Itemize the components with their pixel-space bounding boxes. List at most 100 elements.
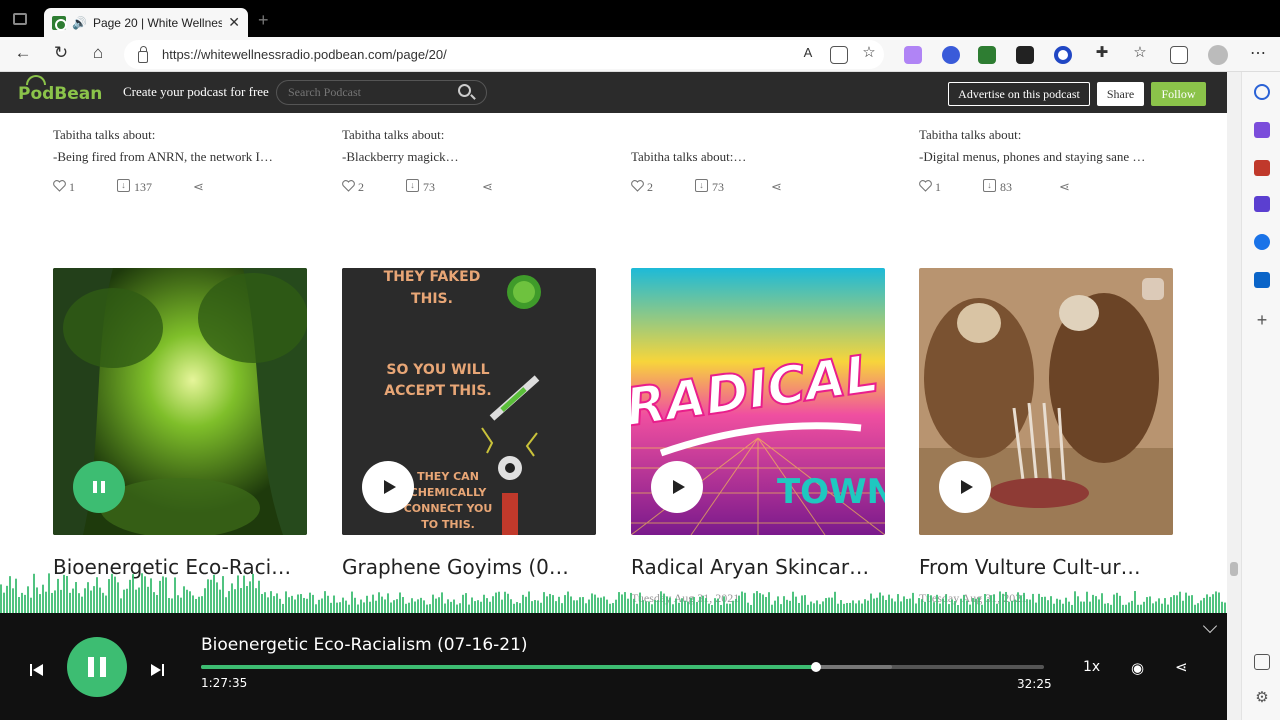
copilot-icon[interactable]	[1254, 122, 1270, 138]
waveform-bar	[756, 591, 758, 613]
shopping-icon[interactable]	[1254, 160, 1270, 176]
download-icon[interactable]: ↓	[117, 179, 130, 192]
follow-button[interactable]: Follow	[1151, 82, 1206, 106]
search-icon[interactable]	[1254, 84, 1270, 100]
office-icon[interactable]	[1254, 234, 1270, 250]
art-text: SO YOU WILL	[386, 362, 489, 378]
waveform-bar	[555, 601, 557, 613]
profile-avatar[interactable]	[1208, 45, 1228, 65]
waveform-bar	[42, 584, 44, 613]
games-icon[interactable]	[1254, 196, 1270, 212]
hide-sidebar-icon[interactable]	[1254, 654, 1270, 670]
home-icon[interactable]: ⌂	[86, 43, 110, 63]
waveform-bar	[57, 578, 59, 613]
waveform-bar	[987, 598, 989, 613]
episode-artwork[interactable]: RADICAL TOWN	[631, 268, 885, 535]
waveform-bar	[834, 591, 836, 613]
close-tab-icon[interactable]: ✕	[228, 14, 240, 31]
heart-icon[interactable]	[631, 180, 644, 192]
waveform-bar	[1185, 592, 1187, 613]
waveform-bar	[210, 579, 212, 613]
collapse-player-icon[interactable]	[1202, 618, 1218, 634]
play-episode-button[interactable]	[651, 461, 703, 513]
favorites-icon[interactable]: ☆	[1128, 43, 1152, 61]
favorite-star-icon[interactable]: ☆	[857, 43, 881, 61]
sidebar-settings-icon[interactable]: ⚙	[1254, 690, 1270, 706]
waveform-bar	[60, 589, 62, 613]
audio-player: Bioenergetic Eco-Racialism (07-16-21) 1:…	[0, 613, 1227, 720]
share-button[interactable]: Share	[1097, 82, 1144, 106]
address-bar[interactable]: https://whitewellnessradio.podbean.com/p…	[124, 40, 884, 69]
waveform-bar	[885, 599, 887, 613]
waveform-bar	[1110, 604, 1112, 613]
browser-tab[interactable]: 🔊 Page 20 | White Wellness R ✕	[44, 8, 248, 37]
app-view-icon[interactable]	[830, 46, 848, 64]
share-icon[interactable]: ⋖	[482, 179, 493, 195]
extension-purple-icon[interactable]	[904, 46, 922, 64]
add-sidebar-icon[interactable]: +	[1254, 311, 1270, 329]
heart-icon[interactable]	[919, 180, 932, 192]
extension-badge-icon[interactable]	[942, 46, 960, 64]
share-icon[interactable]: ⋖	[771, 179, 782, 195]
back-icon[interactable]: ←	[11, 43, 35, 63]
share-icon[interactable]: ⋖	[193, 179, 204, 195]
waveform-bar	[651, 604, 653, 613]
read-aloud-icon[interactable]: A	[796, 45, 820, 60]
window-menu-icon[interactable]	[13, 13, 27, 25]
extension-on-icon[interactable]	[978, 46, 996, 64]
waveform-bar	[849, 602, 851, 613]
page-scrollbar[interactable]	[1227, 72, 1241, 720]
scrollbar-thumb[interactable]	[1230, 562, 1238, 576]
episode-artwork[interactable]: THEY FAKED THIS. SO YOU WILL ACCEPT THIS…	[342, 268, 596, 535]
extension-stack-icon[interactable]	[1016, 46, 1034, 64]
download-icon[interactable]: ↓	[983, 179, 996, 192]
waveform-bar	[714, 598, 716, 613]
episode-artwork[interactable]	[53, 268, 307, 535]
waveform-bar	[1014, 599, 1016, 613]
episode-artwork[interactable]	[919, 268, 1173, 535]
new-tab-button[interactable]: +	[258, 10, 269, 31]
progress-handle[interactable]	[811, 662, 822, 672]
play-episode-button[interactable]	[939, 461, 991, 513]
previous-track-icon[interactable]	[30, 663, 44, 677]
create-podcast-link[interactable]: Create your podcast for free	[123, 84, 269, 100]
pause-episode-button[interactable]	[73, 461, 125, 513]
extensions-puzzle-icon[interactable]: ✚	[1090, 43, 1114, 61]
waveform-bar	[135, 589, 137, 613]
browser-tab-bar: 🔊 Page 20 | White Wellness R ✕ +	[0, 0, 1280, 37]
pause-button[interactable]	[67, 637, 127, 697]
waveform-bar	[1107, 603, 1109, 613]
more-menu-icon[interactable]: ⋯	[1250, 43, 1266, 63]
collections-icon[interactable]	[1170, 46, 1188, 64]
waveform-bar	[51, 592, 53, 613]
advertise-button[interactable]: Advertise on this podcast	[948, 82, 1090, 106]
podbean-logo[interactable]: PodBean	[18, 75, 102, 104]
waveform-bar	[561, 603, 563, 613]
heart-icon[interactable]	[53, 180, 66, 192]
search-podcast-input[interactable]	[276, 80, 487, 105]
heart-icon[interactable]	[342, 180, 355, 192]
waveform-bar	[669, 597, 671, 613]
outlook-icon[interactable]	[1254, 272, 1270, 288]
play-episode-button[interactable]	[362, 461, 414, 513]
refresh-icon[interactable]: ↻	[49, 43, 73, 63]
next-track-icon[interactable]	[150, 663, 164, 677]
waveform-bar	[633, 598, 635, 613]
waveform-bar	[243, 575, 245, 613]
speaker-icon[interactable]: 🔊	[72, 16, 87, 30]
share-icon[interactable]: ⋖	[1059, 179, 1070, 195]
download-icon[interactable]: ↓	[695, 179, 708, 192]
waveform-bar	[381, 596, 383, 613]
waveform-bar	[1176, 595, 1178, 613]
extension-circle-icon[interactable]	[1054, 46, 1072, 64]
playback-speed-button[interactable]: 1x	[1083, 659, 1100, 675]
rss-icon[interactable]: ◉	[1131, 659, 1144, 677]
share-icon[interactable]: ⋖	[1175, 658, 1188, 676]
art-subtitle: TOWN	[777, 472, 885, 512]
waveform-bar	[840, 600, 842, 613]
art-text: THIS.	[411, 291, 453, 307]
download-icon[interactable]: ↓	[406, 179, 419, 192]
waveform-bar	[954, 601, 956, 613]
search-icon[interactable]	[458, 84, 471, 97]
progress-bar[interactable]	[201, 662, 1044, 672]
